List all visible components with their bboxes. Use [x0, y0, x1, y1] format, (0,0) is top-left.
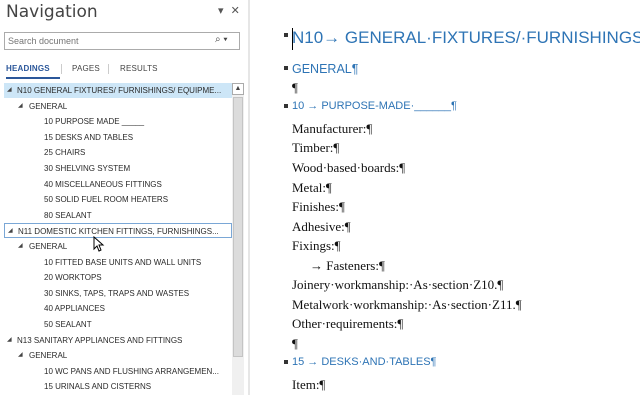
document-paragraph[interactable]: ¶ [292, 336, 298, 352]
paragraph-mark-bullet [284, 66, 288, 70]
search-icon: ⌕ [215, 34, 221, 45]
tab-results[interactable]: RESULTS [120, 64, 158, 73]
document-paragraph[interactable]: ¶ [292, 80, 298, 96]
heading-label: 20 WORKTOPS [44, 273, 102, 283]
document-paragraph[interactable]: Metal:¶ [292, 180, 332, 196]
scroll-thumb[interactable] [233, 97, 243, 357]
search-input[interactable] [8, 34, 208, 48]
navigation-title: Navigation [6, 2, 98, 22]
heading-label: 10 PURPOSE MADE _____ [44, 117, 145, 127]
heading-item-n10-50[interactable]: 50 SOLID FUEL ROOM HEATERS [4, 192, 232, 207]
heading-label: GENERAL [29, 242, 68, 251]
paragraph-mark-bullet [284, 104, 288, 108]
active-tab-indicator [6, 77, 60, 79]
scroll-up-button[interactable]: ▲ [232, 83, 244, 95]
collapse-toggle-icon[interactable]: ◢ [18, 348, 23, 363]
heading-item-n10-10[interactable]: 10 PURPOSE MADE _____ [4, 114, 232, 129]
heading-label: GENERAL [29, 351, 68, 361]
heading-label: 25 CHAIRS [44, 148, 86, 158]
pane-divider[interactable] [248, 0, 250, 395]
pane-controls: ▾ ✕ [218, 4, 242, 17]
heading-item-n10-general[interactable]: ◢ GENERAL [4, 99, 232, 114]
heading-item-n10-25[interactable]: 25 CHAIRS [4, 145, 232, 160]
collapse-toggle-icon[interactable]: ◢ [8, 224, 13, 239]
heading-label: 40 APPLIANCES [44, 304, 105, 314]
document-paragraph[interactable]: Timber:¶ [292, 140, 339, 156]
heading-item-n13[interactable]: ◢ N13 SANITARY APPLIANCES AND FITTINGS [4, 333, 232, 348]
search-options-dropdown-icon: ▾ [223, 34, 228, 45]
heading-item-n10[interactable]: ◢ N10 GENERAL FIXTURES/ FURNISHINGS/ EQUI… [4, 83, 232, 98]
heading-label: GENERAL [29, 101, 68, 111]
heading-label: 30 SINKS, TAPS, TRAPS AND WASTES [44, 288, 190, 298]
heading-label: N11 DOMESTIC KITCHEN FITTINGS, FURNISHIN… [18, 227, 219, 237]
document-paragraph[interactable]: Manufacturer:¶ [292, 121, 372, 137]
close-icon[interactable]: ✕ [231, 4, 242, 17]
heading-label: 30 SHELVING SYSTEM [44, 164, 131, 173]
document-area[interactable]: N10→ GENERAL·FIXTURES/·FURNISHINGS GENERA… [252, 0, 640, 395]
document-paragraph[interactable]: Metalwork·workmanship:·As·section·Z11.¶ [292, 297, 522, 313]
document-paragraph[interactable]: Item:¶ [292, 377, 325, 393]
document-paragraph[interactable]: Wood·based·boards:¶ [292, 160, 405, 176]
tab-divider [108, 64, 109, 74]
document-paragraph[interactable]: Adhesive:¶ [292, 219, 351, 235]
document-paragraph[interactable]: Finishes:¶ [292, 199, 345, 215]
heading-item-n11-50[interactable]: 50 SEALANT [4, 317, 232, 332]
heading-item-n10-80[interactable]: 80 SEALANT [4, 208, 232, 223]
collapse-toggle-icon[interactable]: ◢ [7, 333, 12, 348]
document-paragraph[interactable]: Joinery·workmanship:·As·section·Z10.¶ [292, 277, 503, 293]
heading-label: 50 SOLID FUEL ROOM HEATERS [44, 195, 169, 205]
tab-headings[interactable]: HEADINGS [6, 64, 50, 73]
heading-label: N10 GENERAL FIXTURES/ FURNISHINGS/ EQUIP… [17, 86, 222, 95]
heading-label: 15 URINALS AND CISTERNS [44, 382, 152, 392]
heading-item-n11-general[interactable]: ◢ GENERAL [4, 239, 232, 254]
heading-item-n11[interactable]: ◢ N11 DOMESTIC KITCHEN FITTINGS, FURNISHI… [4, 223, 232, 239]
search-button[interactable]: ⌕ ▾ [215, 34, 237, 48]
heading-label: 50 SEALANT [44, 320, 92, 329]
collapse-toggle-icon[interactable]: ◢ [7, 83, 12, 98]
heading-item-n11-30[interactable]: 30 SINKS, TAPS, TRAPS AND WASTES [4, 286, 232, 301]
document-heading[interactable]: 15 → DESKS·AND·TABLES¶ [292, 356, 436, 368]
mouse-pointer-icon [93, 236, 105, 252]
document-heading[interactable]: 10 → PURPOSE-MADE·______¶ [292, 100, 457, 112]
heading-item-n10-30[interactable]: 30 SHELVING SYSTEM [4, 161, 232, 176]
document-heading[interactable]: N10→ GENERAL·FIXTURES/·FURNISHINGS [292, 28, 640, 48]
heading-item-n11-40[interactable]: 40 APPLIANCES [4, 301, 232, 316]
heading-label: 10 FITTED BASE UNITS AND WALL UNITS [44, 257, 202, 267]
paragraph-mark-bullet [284, 33, 288, 37]
document-heading[interactable]: GENERAL¶ [292, 62, 358, 76]
heading-label: 15 DESKS AND TABLES [44, 132, 134, 142]
heading-item-n13-15[interactable]: 15 URINALS AND CISTERNS [4, 379, 232, 394]
heading-item-n13-general[interactable]: ◢ GENERAL [4, 348, 232, 363]
heading-label: N13 SANITARY APPLIANCES AND FITTINGS [17, 335, 183, 345]
heading-item-n10-15[interactable]: 15 DESKS AND TABLES [4, 130, 232, 145]
navigation-pane: Navigation ▾ ✕ ⌕ ▾ HEADINGS PAGES RESULT… [0, 0, 248, 395]
document-paragraph[interactable]: Other·requirements:¶ [292, 316, 403, 332]
tab-pages[interactable]: PAGES [72, 64, 100, 73]
heading-item-n11-10[interactable]: 10 FITTED BASE UNITS AND WALL UNITS [4, 255, 232, 270]
headings-tree: ◢ N10 GENERAL FIXTURES/ FURNISHINGS/ EQUI… [4, 83, 232, 395]
heading-item-n10-40[interactable]: 40 MISCELLANEOUS FITTINGS [4, 177, 232, 192]
tree-scrollbar[interactable]: ▲ [232, 83, 244, 395]
heading-label: 80 SEALANT [44, 210, 92, 220]
document-paragraph[interactable]: → Fasteners:¶ [310, 258, 385, 274]
paragraph-mark-bullet [284, 360, 288, 364]
collapse-toggle-icon[interactable]: ◢ [18, 99, 23, 114]
collapse-toggle-icon[interactable]: ◢ [18, 239, 23, 254]
tab-divider [61, 64, 62, 74]
search-box: ⌕ ▾ [4, 32, 240, 50]
heading-label: 10 WC PANS AND FLUSHING ARRANGEMEN... [44, 366, 219, 376]
pane-options-dropdown-icon[interactable]: ▾ [218, 4, 226, 17]
heading-item-n13-10[interactable]: 10 WC PANS AND FLUSHING ARRANGEMEN... [4, 364, 232, 379]
heading-item-n11-20[interactable]: 20 WORKTOPS [4, 270, 232, 285]
document-paragraph[interactable]: Fixings:¶ [292, 238, 341, 254]
heading-label: 40 MISCELLANEOUS FITTINGS [44, 179, 162, 189]
